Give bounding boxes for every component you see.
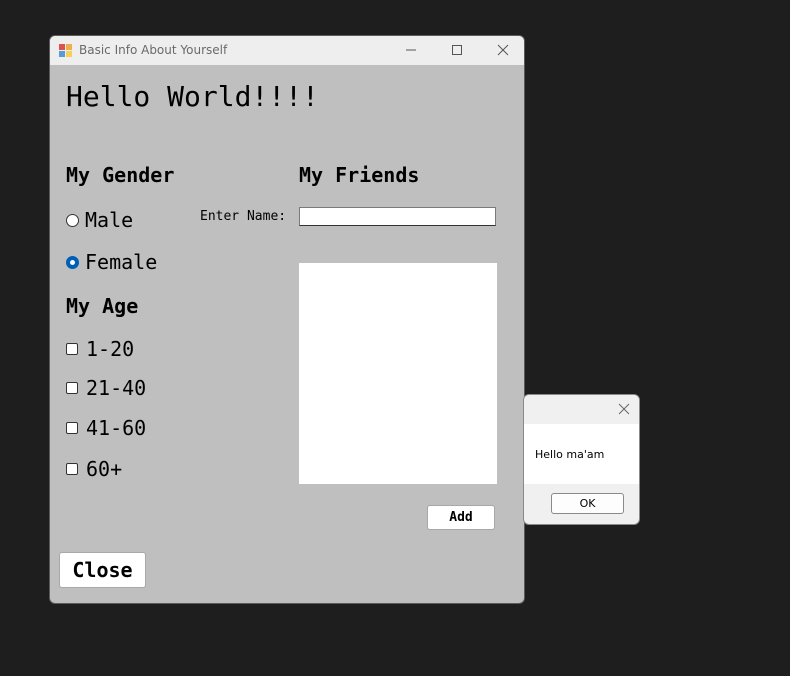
message-box-title-bar[interactable] xyxy=(524,395,639,424)
add-button[interactable]: Add xyxy=(427,505,495,530)
checkbox[interactable] xyxy=(66,463,78,475)
message-text: Hello ma'am xyxy=(535,448,605,461)
app-icon xyxy=(59,44,72,57)
friends-title: My Friends xyxy=(299,163,420,187)
maximize-button[interactable] xyxy=(434,36,480,65)
gender-title: My Gender xyxy=(66,163,175,187)
radio-label: Male xyxy=(85,208,134,232)
minimize-icon xyxy=(406,49,416,51)
checkbox-age-41-60[interactable]: 41-60 xyxy=(66,416,146,440)
checkbox[interactable] xyxy=(66,422,78,434)
checkbox-label: 1-20 xyxy=(86,337,135,361)
title-bar[interactable]: Basic Info About Yourself xyxy=(50,36,524,65)
message-box: Hello ma'am OK xyxy=(523,394,640,525)
checkbox-age-1-20[interactable]: 1-20 xyxy=(66,337,134,361)
window-title: Basic Info About Yourself xyxy=(79,43,228,57)
friends-listbox[interactable] xyxy=(299,263,497,484)
checkbox[interactable] xyxy=(66,382,78,394)
message-box-body: Hello ma'am xyxy=(524,424,639,484)
radio-label: Female xyxy=(85,250,158,274)
checkbox-age-21-40[interactable]: 21-40 xyxy=(66,376,146,400)
radio-female[interactable]: Female xyxy=(66,250,157,274)
enter-name-label: Enter Name: xyxy=(200,209,287,224)
checkbox-label: 21-40 xyxy=(86,376,147,400)
radio-button[interactable] xyxy=(66,255,79,269)
close-icon[interactable] xyxy=(616,401,632,417)
heading: Hello World!!!! xyxy=(66,80,319,113)
age-title: My Age xyxy=(66,294,139,318)
window-close-button[interactable] xyxy=(480,36,524,65)
name-input[interactable] xyxy=(299,207,496,226)
minimize-button[interactable] xyxy=(388,36,434,65)
maximize-icon xyxy=(452,45,462,55)
ok-button[interactable]: OK xyxy=(551,493,624,514)
close-icon xyxy=(497,44,509,56)
checkbox-label: 60+ xyxy=(86,457,123,481)
main-window: Basic Info About Yourself Hello World!!!… xyxy=(49,35,525,604)
checkbox[interactable] xyxy=(66,343,78,355)
close-button[interactable]: Close xyxy=(59,552,146,588)
checkbox-label: 41-60 xyxy=(86,416,147,440)
radio-male[interactable]: Male xyxy=(66,208,133,232)
checkbox-age-60-plus[interactable]: 60+ xyxy=(66,457,122,481)
radio-button[interactable] xyxy=(66,213,79,227)
